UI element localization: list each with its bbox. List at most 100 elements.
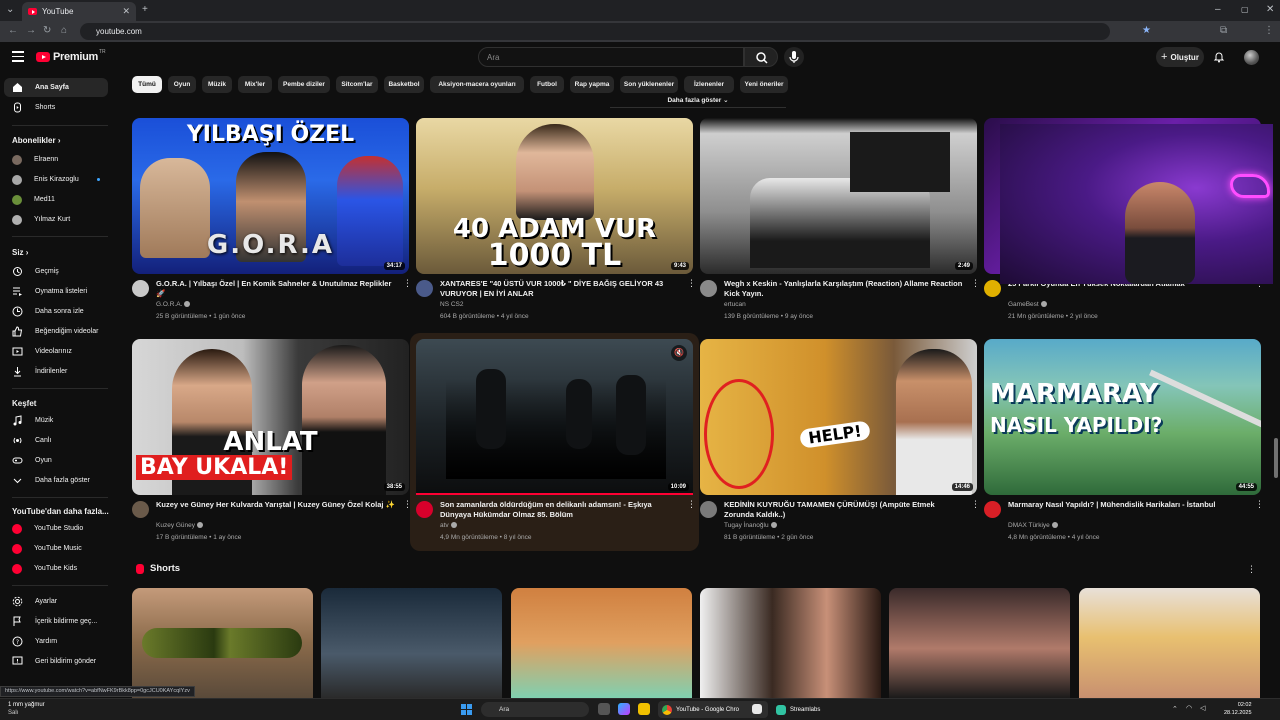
account-avatar[interactable] [1244, 50, 1259, 65]
sidebar-item-settings[interactable]: Ayarlar [4, 592, 108, 611]
back-icon[interactable]: ← [8, 25, 18, 36]
chip-music[interactable]: Müzik [202, 76, 232, 93]
more-actions-icon[interactable]: ⋮ [687, 500, 696, 509]
chip-gaming[interactable]: Oyun [168, 76, 196, 93]
taskbar-streamlabs-window[interactable]: Streamlabs [772, 701, 842, 718]
video-title[interactable]: Wegh x Keskin - Yanlışlarla Karşılaştım … [724, 279, 964, 299]
hamburger-menu-icon[interactable] [12, 51, 24, 63]
sidebar-item-liked-videos[interactable]: Beğendiğim videolar [4, 322, 108, 341]
scrollbar-thumb[interactable] [1274, 438, 1278, 478]
browser-tab-youtube[interactable]: YouTube ✕ [22, 2, 136, 21]
sidebar-item-send-feedback[interactable]: Geri bildirim gönder [4, 652, 108, 671]
page-scrollbar[interactable] [1273, 74, 1280, 686]
channel-name[interactable]: G.O.R.A. [156, 301, 191, 308]
wifi-icon[interactable]: ◠ [1186, 704, 1192, 712]
minimize-icon[interactable]: – [1215, 3, 1221, 17]
search-input[interactable]: Ara [478, 47, 744, 67]
video-card[interactable]: HELP! 14:46 KEDİNİN KUYRUĞU TAMAMEN ÇÜRÜ… [700, 339, 980, 549]
chip-football[interactable]: Futbol [530, 76, 564, 93]
chip-action-adventure[interactable]: Aksiyon-macera oyunları [430, 76, 524, 93]
video-thumbnail[interactable]: 🔇 10:09 [416, 339, 693, 495]
subscriptions-heading[interactable]: Abonelikler › [12, 136, 60, 145]
short-thumbnail[interactable] [700, 588, 881, 698]
short-thumbnail[interactable] [889, 588, 1070, 698]
more-actions-icon[interactable]: ⋮ [1255, 500, 1264, 509]
sidebar-item-youtube-music[interactable]: YouTube Music [4, 539, 108, 558]
home-icon[interactable]: ⌂ [61, 25, 67, 36]
forward-icon[interactable]: → [26, 25, 36, 36]
chip-mixes[interactable]: Mix'ler [238, 76, 272, 93]
chip-basketball[interactable]: Basketbol [384, 76, 424, 93]
sidebar-sub-enis-kirazoglu[interactable]: Enis Kirazoglu [4, 170, 108, 189]
chip-new-to-you[interactable]: Yeni öneriler [740, 76, 788, 93]
short-thumbnail[interactable] [1079, 588, 1260, 698]
sidebar-item-home[interactable]: Ana Sayfa [4, 78, 108, 97]
volume-icon[interactable]: ◁ [1200, 704, 1205, 712]
short-thumbnail[interactable] [132, 588, 313, 698]
channel-avatar[interactable] [416, 280, 433, 297]
sidebar-sub-yilmaz-kurt[interactable]: Yılmaz Kurt [4, 210, 108, 229]
more-actions-icon[interactable]: ⋮ [971, 279, 980, 288]
sidebar-item-show-more[interactable]: Daha fazla göster [4, 471, 108, 490]
chip-rap[interactable]: Rap yapma [570, 76, 614, 93]
chip-sitcoms[interactable]: Sitcom'lar [336, 76, 378, 93]
sidebar-item-watch-later[interactable]: Daha sonra izle [4, 302, 108, 321]
sidebar-item-music[interactable]: Müzik [4, 411, 108, 430]
video-card[interactable]: YILBAŞI ÖZEL G.O.R.A 34:17 G.O.R.A. | Yı… [132, 118, 412, 328]
channel-name[interactable]: atv [440, 522, 457, 529]
create-button[interactable]: + Oluştur [1156, 47, 1204, 67]
more-actions-icon[interactable]: ⋮ [1247, 564, 1256, 575]
video-card[interactable]: 🔇 10:09 Son zamanlarda öldürdüğüm en del… [416, 339, 696, 549]
sidebar-item-shorts[interactable]: Shorts [4, 98, 108, 117]
channel-avatar[interactable] [700, 280, 717, 297]
channel-avatar[interactable] [132, 280, 149, 297]
channel-avatar[interactable] [700, 501, 717, 518]
weather-widget[interactable]: 1 mm yağmur Salı [8, 701, 45, 717]
video-card[interactable]: 40 ADAM VUR 1000 TL 9:43 XANTARES'E "40 … [416, 118, 696, 328]
sidebar-item-help[interactable]: ? Yardım [4, 632, 108, 651]
window-close-icon[interactable]: ✕ [1266, 3, 1274, 17]
sidebar-item-youtube-kids[interactable]: YouTube Kids [4, 559, 108, 578]
channel-avatar[interactable] [416, 501, 433, 518]
channel-avatar[interactable] [984, 280, 1001, 297]
video-title[interactable]: Son zamanlarda öldürdüğüm en delikanlı a… [440, 500, 680, 520]
more-actions-icon[interactable]: ⋮ [403, 500, 412, 509]
new-tab-icon[interactable]: + [142, 3, 148, 17]
show-more-chips-button[interactable]: Daha fazla göster ⌄ [610, 95, 786, 108]
video-card[interactable]: 2:49 Wegh x Keskin - Yanlışlarla Karşıla… [700, 118, 980, 328]
more-actions-icon[interactable]: ⋮ [687, 279, 696, 288]
tray-overflow-icon[interactable]: ⌃ [1172, 705, 1178, 713]
short-thumbnail[interactable] [321, 588, 502, 698]
sidebar-item-history[interactable]: Geçmiş [4, 262, 108, 281]
video-thumbnail[interactable]: YILBAŞI ÖZEL G.O.R.A 34:17 [132, 118, 409, 274]
tab-close-icon[interactable]: ✕ [122, 6, 130, 17]
calculator-icon[interactable] [752, 704, 762, 714]
notifications-bell-icon[interactable] [1213, 51, 1225, 63]
chip-soap-operas[interactable]: Pembe diziler [278, 76, 330, 93]
channel-name[interactable]: GameBest [1008, 301, 1047, 308]
mute-icon[interactable]: 🔇 [671, 345, 687, 361]
sidebar-item-gaming[interactable]: Oyun [4, 451, 108, 470]
video-title[interactable]: KEDİNİN KUYRUĞU TAMAMEN ÇÜRÜMÜŞ! (Ampüte… [724, 500, 964, 520]
video-title[interactable]: G.O.R.A. | Yılbaşı Özel | En Komik Sahne… [156, 279, 396, 299]
video-title[interactable]: Kuzey ve Güney Her Kulvarda Yarıştal | K… [156, 500, 396, 510]
reload-icon[interactable]: ↻ [43, 25, 51, 36]
task-view-icon[interactable] [598, 703, 610, 715]
sidebar-sub-elraenn[interactable]: Elraenn [4, 150, 108, 169]
voice-search-button[interactable] [784, 47, 804, 67]
channel-name[interactable]: ertucan [724, 301, 746, 308]
channel-avatar[interactable] [132, 501, 149, 518]
video-thumbnail[interactable]: HELP! 14:46 [700, 339, 977, 495]
video-thumbnail[interactable]: MARMARAY NASIL YAPILDI? 44:55 [984, 339, 1261, 495]
video-thumbnail[interactable]: ANLAT BAY UKALA! 38:55 [132, 339, 409, 495]
chip-recently-uploaded[interactable]: Son yüklenenler [620, 76, 678, 93]
file-explorer-icon[interactable] [638, 703, 650, 715]
taskbar-clock[interactable]: 02:02 28.12.2025 [1224, 701, 1252, 717]
sidebar-item-report-history[interactable]: İçerik bildirme geç... [4, 612, 108, 631]
copilot-icon[interactable] [618, 703, 630, 715]
video-title[interactable]: XANTARES'E "40 ÜSTÜ VUR 1000₺ " DİYE BAĞ… [440, 279, 680, 299]
sidebar-item-downloads[interactable]: İndirilenler [4, 362, 108, 381]
maximize-icon[interactable]: ▢ [1241, 3, 1249, 17]
channel-avatar[interactable] [984, 501, 1001, 518]
video-title[interactable]: Marmaray Nasıl Yapıldı? | Mühendislik Ha… [1008, 500, 1248, 510]
